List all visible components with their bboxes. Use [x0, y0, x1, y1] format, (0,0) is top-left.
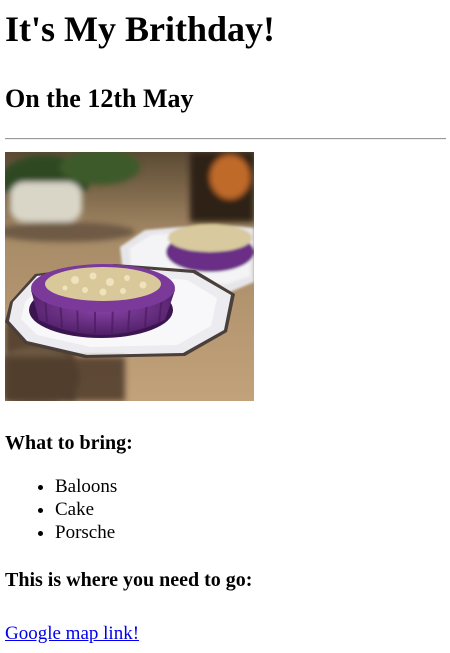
list-item: Cake — [55, 498, 446, 521]
bring-list: Baloons Cake Porsche — [5, 475, 446, 544]
list-item: Baloons — [55, 475, 446, 498]
list-item: Porsche — [55, 521, 446, 544]
page-subtitle: On the 12th May — [5, 84, 194, 113]
page-title: It's My Brithday! — [5, 9, 275, 49]
cake-photo — [5, 152, 254, 401]
location-heading: This is where you need to go: — [5, 569, 253, 591]
bring-heading: What to bring: — [5, 432, 133, 454]
page: It's My Brithday! On the 12th May What t… — [0, 8, 450, 645]
divider — [5, 138, 446, 140]
google-map-link[interactable]: Google map link! — [5, 623, 139, 644]
link-paragraph: Google map link! — [5, 622, 446, 645]
